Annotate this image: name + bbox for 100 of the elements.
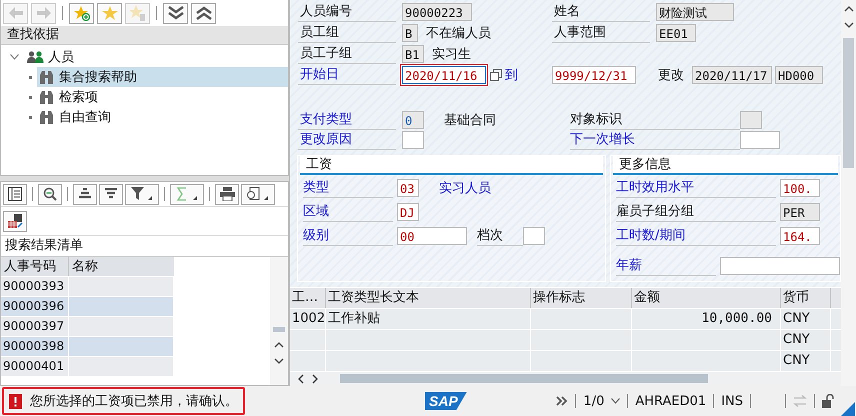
column-header[interactable]: 工… [290, 288, 326, 308]
resize-grip-icon[interactable] [841, 402, 855, 416]
input-field[interactable] [740, 110, 762, 129]
double-chevron-right-icon[interactable] [556, 396, 568, 406]
column-header[interactable]: 金额 [632, 288, 781, 308]
input-field[interactable] [740, 131, 780, 150]
binoculars-icon [39, 70, 54, 84]
sort-descending-icon [104, 188, 118, 200]
field-label: 更改原因 [298, 130, 396, 150]
scrollbar-thumb[interactable] [340, 374, 708, 384]
tree-item[interactable]: 人员 [48, 48, 74, 66]
input-field[interactable]: 财险测试 [656, 3, 734, 22]
field-label: 对象标识 [570, 110, 740, 130]
column-header[interactable]: 货币 [781, 288, 831, 308]
star-add-icon [74, 5, 90, 21]
field-description: 实习生 [432, 46, 471, 64]
layout-grid-icon [7, 214, 23, 228]
star-icon [102, 6, 118, 20]
field-label: 年薪 [616, 256, 716, 276]
field-label: 姓名 [552, 2, 650, 22]
field-label: 工时效用水平 [616, 178, 776, 198]
date-field[interactable]: 9999/12/31 [552, 66, 636, 84]
field-label: 下一次增长 [570, 130, 740, 150]
input-field[interactable] [402, 131, 424, 150]
field-label: 人员编号 [298, 2, 396, 22]
field-label: 人事范围 [552, 23, 650, 44]
field-label: 工时数/期间 [616, 226, 776, 246]
export-icon [247, 187, 269, 201]
layout-button[interactable] [3, 210, 27, 232]
search-icon [43, 187, 57, 201]
table-cell: 1002 [290, 308, 326, 329]
field-description: 实习人员 [439, 180, 491, 197]
error-icon [9, 394, 22, 408]
table-cell: 10,000.00 [632, 308, 781, 329]
input-field[interactable]: 00 [397, 226, 467, 245]
column-header[interactable]: 人事号码 [1, 257, 69, 276]
sort-ascending-button[interactable] [73, 184, 97, 204]
double-chevron-down-icon [168, 6, 184, 20]
expand-all-button[interactable] [163, 2, 188, 24]
sort-descending-button[interactable] [99, 184, 123, 204]
field-label: 支付类型 [298, 110, 396, 130]
input-field[interactable]: 100. [780, 178, 820, 197]
scroll-up-icon[interactable] [844, 6, 854, 12]
scroll-down-icon[interactable] [844, 22, 854, 28]
table-cell: 90000396 [1, 297, 69, 316]
field-label: 员工子组 [298, 44, 396, 64]
tree-item[interactable]: 自由查询 [59, 108, 111, 126]
unlocked-lock-icon[interactable] [822, 394, 834, 408]
star-trash-icon [130, 5, 146, 21]
session-indicator: 1/0 [583, 394, 604, 408]
input-field[interactable]: EE01 [656, 24, 696, 42]
print-button[interactable] [215, 184, 239, 204]
list-icon [8, 187, 22, 201]
scroll-left-icon[interactable] [298, 374, 304, 384]
table-cell: 90000393 [1, 277, 69, 296]
status-message: 您所选择的工资项已禁用，请确认。 [30, 393, 238, 410]
filter-button[interactable] [125, 184, 159, 204]
input-field[interactable]: 0 [402, 110, 424, 129]
date-field[interactable]: 2020/11/16 [402, 66, 486, 84]
column-header[interactable]: 名称 [69, 257, 174, 276]
program-name: AHRAED01 [635, 394, 706, 408]
expand-caret-icon[interactable] [10, 54, 19, 60]
input-field[interactable]: HD000 [775, 66, 823, 84]
field-label: 级别 [303, 226, 393, 246]
tree-item[interactable]: 检索项 [59, 88, 98, 106]
export-button[interactable] [241, 184, 275, 204]
table-cell: 90000397 [1, 317, 69, 336]
filter-icon [131, 187, 153, 201]
input-field[interactable] [720, 256, 840, 275]
input-field[interactable]: 164. [780, 226, 820, 245]
field-description: 不在编人员 [426, 25, 491, 42]
input-field[interactable]: 90000223 [402, 3, 472, 22]
sort-ascending-icon [78, 188, 92, 200]
table-cell: CNY [781, 308, 831, 329]
add-favorite-button[interactable] [69, 2, 94, 24]
input-field[interactable] [523, 226, 545, 245]
scrollbar-thumb[interactable] [843, 38, 854, 168]
column-header[interactable]: 操作标志 [531, 288, 632, 308]
input-field[interactable]: B1 [402, 45, 424, 64]
panel-title: 查找依据 [1, 26, 288, 45]
input-field[interactable]: B [402, 24, 418, 42]
collapse-all-button[interactable] [191, 2, 216, 24]
group-title: 更多信息 [613, 156, 838, 175]
dropdown-caret-icon[interactable] [611, 398, 620, 404]
find-button[interactable] [38, 184, 62, 204]
scroll-right-icon[interactable] [312, 374, 318, 384]
field-description: 基础合同 [444, 112, 496, 129]
scrollbar-thumb[interactable] [273, 327, 285, 332]
scroll-down-icon[interactable] [274, 358, 284, 364]
date-field[interactable]: 2020/11/17 [692, 66, 772, 84]
details-button[interactable] [3, 184, 27, 204]
calendar-icon[interactable] [490, 68, 502, 81]
sum-icon [176, 187, 198, 201]
input-field[interactable]: PER [780, 202, 820, 221]
table-cell: 工作补贴 [326, 308, 531, 329]
column-header[interactable]: 工资类型长文本 [326, 288, 531, 308]
scroll-up-icon[interactable] [274, 342, 284, 348]
input-field[interactable]: DJ [397, 202, 419, 221]
field-label: 类型 [303, 178, 393, 198]
input-field[interactable]: 03 [397, 178, 419, 197]
